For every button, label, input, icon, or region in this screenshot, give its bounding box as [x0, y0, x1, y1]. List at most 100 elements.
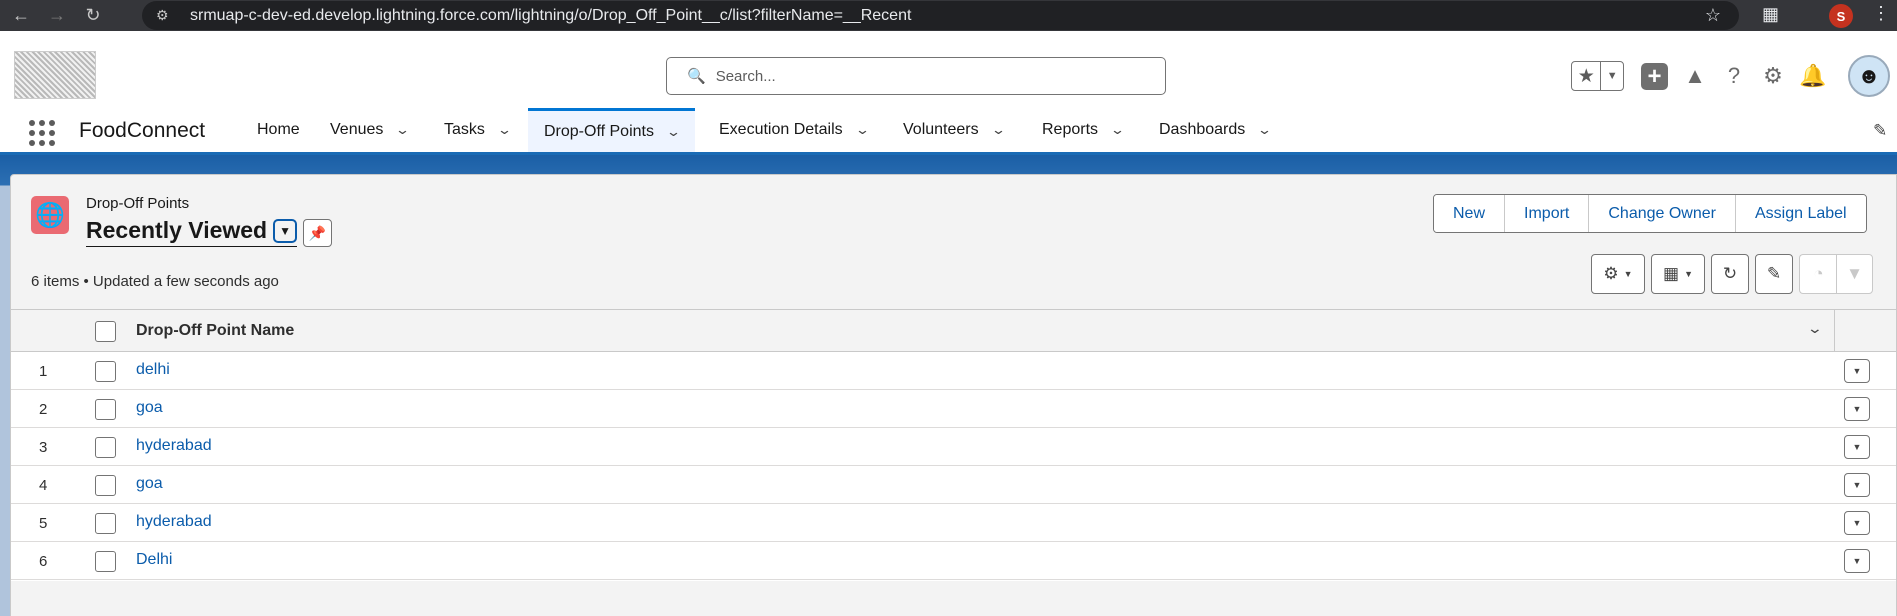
favorites-star-icon[interactable]: ★	[1572, 62, 1602, 90]
import-button[interactable]: Import	[1505, 195, 1590, 232]
nav-tab-label: Execution Details	[719, 121, 843, 138]
setup-gear-icon[interactable]: ⚙	[1758, 61, 1788, 91]
nav-tab-label: Drop-Off Points	[544, 122, 654, 140]
trailhead-icon[interactable]: ▲	[1680, 61, 1710, 91]
nav-tab-label: Home	[257, 121, 300, 138]
app-navigation-bar: FoodConnect Home Venues ⌄ Tasks ⌄ Drop-O…	[0, 108, 1897, 155]
list-settings-button[interactable]: ⚙ ▼	[1591, 254, 1645, 294]
list-view-card: 🌐 Drop-Off Points Recently Viewed ▼ 📌 Ne…	[10, 174, 1897, 616]
list-view-picker[interactable]: Recently Viewed ▼	[86, 215, 298, 247]
record-link[interactable]: hyderabad	[136, 513, 212, 531]
chevron-down-icon[interactable]: ⌄	[497, 122, 512, 138]
table-icon: ▦	[1663, 264, 1680, 283]
row-number: 2	[39, 401, 48, 418]
change-owner-button[interactable]: Change Owner	[1589, 195, 1736, 232]
nav-tab-home[interactable]: Home	[257, 108, 300, 152]
nav-tab-tasks[interactable]: Tasks ⌄	[444, 108, 512, 152]
refresh-button[interactable]: ↻	[1711, 254, 1749, 294]
row-checkbox[interactable]	[95, 399, 116, 420]
org-logo[interactable]	[14, 51, 96, 99]
table-empty-area	[11, 581, 1896, 616]
nav-tab-execution-details[interactable]: Execution Details ⌄	[719, 108, 870, 152]
table-row: 1 delhi ▼	[11, 352, 1896, 390]
search-input[interactable]	[715, 67, 1136, 85]
favorites-caret-icon[interactable]: ▼	[1601, 62, 1623, 90]
chevron-down-icon[interactable]: ⌄	[666, 124, 681, 140]
global-search[interactable]: 🔍	[666, 57, 1166, 95]
record-link[interactable]: Delhi	[136, 551, 172, 569]
row-checkbox[interactable]	[95, 551, 116, 572]
nav-tab-reports[interactable]: Reports ⌄	[1042, 108, 1125, 152]
back-arrow-icon[interactable]: ←	[8, 3, 34, 29]
nav-tab-label: Volunteers	[903, 121, 979, 138]
record-link[interactable]: goa	[136, 475, 163, 493]
forward-arrow-icon[interactable]: →	[44, 3, 70, 29]
row-checkbox[interactable]	[95, 475, 116, 496]
record-link[interactable]: goa	[136, 399, 163, 417]
new-button[interactable]: New	[1434, 195, 1506, 232]
row-actions-caret-icon[interactable]: ▼	[1844, 435, 1870, 459]
row-checkbox[interactable]	[95, 437, 116, 458]
global-actions-add-icon[interactable]: +	[1641, 63, 1668, 90]
search-icon: 🔍	[687, 68, 706, 85]
nav-tab-volunteers[interactable]: Volunteers ⌄	[903, 108, 1006, 152]
row-actions-caret-icon[interactable]: ▼	[1844, 473, 1870, 497]
filter-button[interactable]: ▼	[1836, 254, 1873, 294]
help-icon[interactable]: ?	[1719, 61, 1749, 91]
browser-menu-icon[interactable]: ⋮	[1872, 3, 1890, 24]
display-as-button[interactable]: ▦ ▼	[1651, 254, 1705, 294]
chevron-down-icon[interactable]: ⌄	[1257, 122, 1272, 138]
row-actions-caret-icon[interactable]: ▼	[1844, 359, 1870, 383]
list-view-title[interactable]: Recently Viewed	[86, 217, 267, 244]
row-checkbox[interactable]	[95, 513, 116, 534]
site-info-icon[interactable]: ⚙	[156, 7, 178, 24]
table-header-row: Drop-Off Point Name ⌄	[11, 309, 1896, 353]
chevron-down-icon[interactable]: ⌄	[990, 122, 1005, 138]
extensions-icon[interactable]: ▦	[1762, 4, 1779, 25]
nav-tab-dashboards[interactable]: Dashboards ⌄	[1159, 108, 1272, 152]
chevron-down-icon[interactable]: ⌄	[854, 122, 869, 138]
record-link[interactable]: delhi	[136, 361, 170, 379]
row-number: 1	[39, 363, 48, 380]
pie-chart-icon: ◔	[1813, 264, 1824, 283]
select-all-checkbox[interactable]	[95, 321, 116, 342]
table-row: 6 Delhi ▼	[11, 542, 1896, 580]
row-checkbox[interactable]	[95, 361, 116, 382]
row-actions-caret-icon[interactable]: ▼	[1844, 397, 1870, 421]
address-bar[interactable]: ⚙ srmuap-c-dev-ed.develop.lightning.forc…	[142, 1, 1739, 30]
user-avatar[interactable]: ☻	[1848, 55, 1890, 97]
nav-tab-venues[interactable]: Venues ⌄	[330, 108, 410, 152]
table-row: 2 goa ▼	[11, 390, 1896, 428]
nav-tab-drop-off-points[interactable]: Drop-Off Points ⌄	[528, 108, 695, 152]
pin-icon[interactable]: 📌	[303, 219, 332, 247]
assign-label-button[interactable]: Assign Label	[1735, 195, 1866, 232]
row-number: 5	[39, 515, 48, 532]
browser-profile-avatar[interactable]: S	[1829, 4, 1853, 28]
app-launcher-icon[interactable]	[29, 120, 55, 146]
reload-icon[interactable]: ↻	[80, 3, 106, 29]
filter-funnel-icon: ▼	[1846, 264, 1863, 283]
column-header-name[interactable]: Drop-Off Point Name	[136, 322, 294, 340]
edit-nav-pencil-icon[interactable]: ✎	[1873, 121, 1887, 141]
table-row: 5 hyderabad ▼	[11, 504, 1896, 542]
caret-down-icon[interactable]: ▼	[273, 218, 298, 243]
records-table: Drop-Off Point Name ⌄ 1 delhi ▼ 2 goa ▼ …	[11, 309, 1896, 616]
favorites-button-group: ★ ▼	[1571, 61, 1624, 91]
inline-edit-button[interactable]: ✎	[1755, 254, 1793, 294]
chevron-down-icon[interactable]: ⌄	[395, 122, 410, 138]
record-link[interactable]: hyderabad	[136, 437, 212, 455]
app-name: FoodConnect	[79, 119, 206, 142]
refresh-icon: ↻	[1722, 264, 1738, 283]
charts-button[interactable]: ◔	[1799, 254, 1837, 294]
browser-toolbar: ← → ↻ ⚙ srmuap-c-dev-ed.develop.lightnin…	[0, 0, 1897, 31]
url-text[interactable]: srmuap-c-dev-ed.develop.lightning.force.…	[190, 7, 911, 25]
gear-icon: ⚙	[1603, 264, 1619, 283]
column-resize-handle[interactable]	[1834, 310, 1835, 353]
chevron-down-icon[interactable]: ⌄	[1807, 320, 1823, 337]
row-number: 3	[39, 439, 48, 456]
notifications-bell-icon[interactable]: 🔔	[1798, 61, 1828, 91]
bookmark-star-icon[interactable]: ☆	[1705, 5, 1721, 26]
chevron-down-icon[interactable]: ⌄	[1110, 122, 1125, 138]
row-actions-caret-icon[interactable]: ▼	[1844, 511, 1870, 535]
row-actions-caret-icon[interactable]: ▼	[1844, 549, 1870, 573]
